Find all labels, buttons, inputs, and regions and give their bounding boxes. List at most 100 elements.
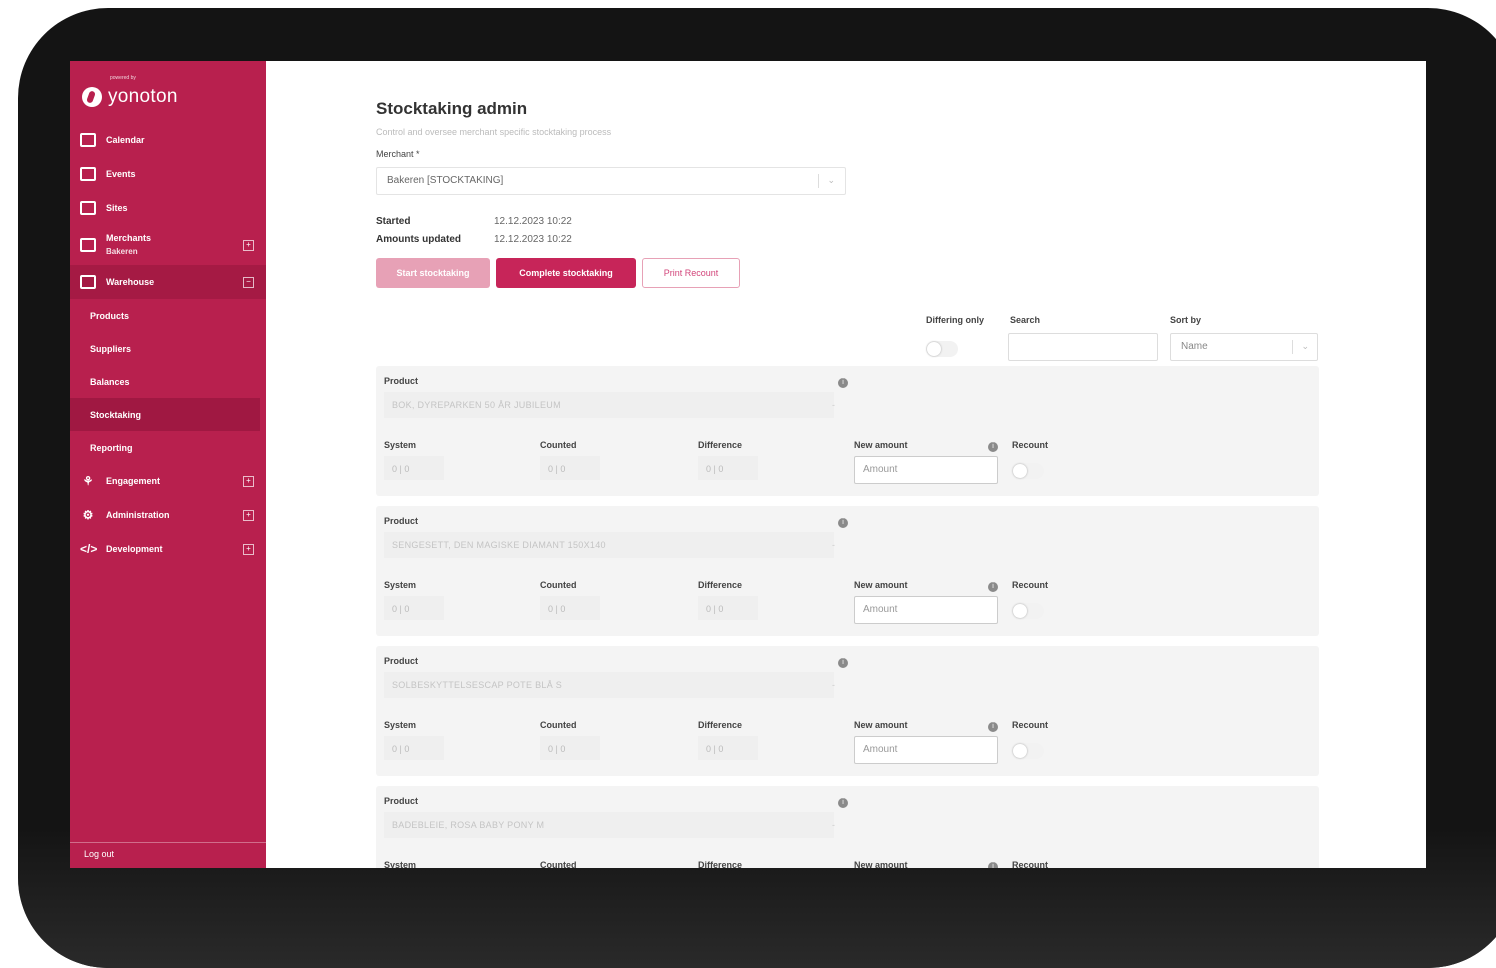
page-description: Control and oversee merchant specific st…	[376, 127, 612, 137]
recount-toggle[interactable]	[1012, 603, 1044, 619]
product-dash: -	[832, 680, 835, 690]
system-value: 0 | 0	[392, 464, 410, 474]
product-dash: -	[832, 540, 835, 550]
product-name: BADEBLEIE, ROSA BABY PONY M	[392, 820, 545, 830]
selected-merchant: Bakeren	[106, 247, 138, 256]
product-dash: -	[832, 820, 835, 830]
sidebar-subitem-reporting[interactable]: Reporting	[70, 431, 266, 464]
recount-label: Recount	[1012, 860, 1048, 868]
product-dash: -	[832, 400, 835, 410]
info-icon[interactable]: i	[988, 862, 998, 868]
engagement-icon: ⚘	[82, 474, 94, 488]
sidebar-item-administration[interactable]: ⚙ Administration +	[70, 498, 266, 532]
counted-label: Counted	[540, 440, 577, 450]
collapse-icon[interactable]: −	[243, 276, 254, 288]
amounts-updated-value: 12.12.2023 10:22	[494, 234, 572, 245]
difference-value: 0 | 0	[706, 744, 724, 754]
info-icon[interactable]: i	[838, 798, 848, 808]
differing-only-toggle[interactable]	[926, 341, 958, 357]
counted-value: 0 | 0	[548, 604, 566, 614]
recount-label: Recount	[1012, 580, 1048, 590]
merchants-icon	[80, 238, 96, 252]
sidebar-subitem-balances[interactable]: Balances	[70, 365, 266, 398]
start-stocktaking-button[interactable]: Start stocktaking	[376, 258, 490, 288]
new-amount-input[interactable]: Amount	[854, 596, 998, 624]
sidebar-subitem-stocktaking[interactable]: Stocktaking	[70, 398, 260, 431]
sidebar-item-calendar[interactable]: Calendar	[70, 123, 266, 157]
counted-label: Counted	[540, 580, 577, 590]
system-label: System	[384, 720, 417, 730]
product-label: Product	[384, 376, 419, 386]
product-name: BOK, DYREPARKEN 50 ÅR JUBILEUM	[392, 400, 561, 410]
sidebar-item-events[interactable]: Events	[70, 157, 266, 191]
product-card: Product BOK, DYREPARKEN 50 ÅR JUBILEUM i…	[376, 366, 1319, 496]
sidebar-item-label: Calendar	[106, 135, 145, 145]
merchant-select[interactable]: Bakeren [STOCKTAKING] ⌄	[376, 167, 846, 195]
system-label: System	[384, 580, 417, 590]
chevron-down-icon: ⌄	[827, 175, 835, 185]
logo-icon	[82, 87, 102, 107]
search-input[interactable]	[1008, 333, 1158, 361]
expand-icon[interactable]: +	[243, 509, 254, 521]
merchant-select-value: Bakeren [STOCKTAKING]	[387, 175, 504, 186]
product-label: Product	[384, 656, 419, 666]
system-label: System	[384, 440, 417, 450]
expand-icon[interactable]: +	[243, 239, 254, 251]
page-title: Stocktaking admin	[376, 99, 528, 118]
main-nav: Calendar Events Sites Merchants Bakeren …	[70, 123, 266, 566]
expand-icon[interactable]: +	[243, 543, 254, 555]
sort-by-select[interactable]: Name ⌄	[1170, 333, 1318, 361]
info-icon[interactable]: i	[988, 722, 998, 732]
difference-label: Difference	[698, 440, 743, 450]
new-amount-input[interactable]: Amount	[854, 456, 998, 484]
info-icon[interactable]: i	[988, 442, 998, 452]
new-amount-label: New amount	[854, 440, 908, 450]
expand-icon[interactable]: +	[243, 475, 254, 487]
sites-icon	[80, 201, 96, 215]
sidebar-item-merchants[interactable]: Merchants Bakeren +	[70, 225, 266, 265]
difference-label: Difference	[698, 860, 743, 868]
sidebar-item-label: Events	[106, 169, 136, 179]
sidebar-item-label: Warehouse	[106, 277, 155, 287]
difference-value: 0 | 0	[706, 464, 724, 474]
brand-tag: powered by	[110, 75, 136, 81]
recount-toggle[interactable]	[1012, 463, 1044, 479]
sidebar-subitem-products[interactable]: Products	[70, 299, 266, 332]
system-value: 0 | 0	[392, 604, 410, 614]
product-name: SENGESETT, DEN MAGISKE DIAMANT 150X140	[392, 540, 606, 550]
sidebar-item-label: Engagement	[106, 476, 161, 486]
new-amount-input[interactable]: Amount	[854, 736, 998, 764]
info-icon[interactable]: i	[988, 582, 998, 592]
sidebar-item-warehouse[interactable]: Warehouse −	[70, 265, 266, 299]
sort-by-label: Sort by	[1170, 315, 1202, 325]
product-card: Product SENGESETT, DEN MAGISKE DIAMANT 1…	[376, 506, 1319, 636]
development-icon: </>	[80, 542, 98, 556]
print-recount-button[interactable]: Print Recount	[642, 258, 740, 288]
main-content: Stocktaking admin Control and oversee me…	[266, 61, 1426, 868]
complete-stocktaking-button[interactable]: Complete stocktaking	[496, 258, 636, 288]
counted-label: Counted	[540, 860, 577, 868]
info-icon[interactable]: i	[838, 658, 848, 668]
logout-link[interactable]: Log out	[70, 842, 266, 868]
chevron-down-icon: ⌄	[1301, 341, 1309, 351]
product-card: Product SOLBESKYTTELSESCAP POTE BLÅ S i …	[376, 646, 1319, 776]
differing-only-label: Differing only	[926, 315, 984, 325]
merchant-label: Merchant *	[376, 149, 420, 159]
info-icon[interactable]: i	[838, 378, 848, 388]
administration-icon: ⚙	[82, 508, 94, 522]
sidebar-item-label: Sites	[106, 203, 128, 213]
started-label: Started	[376, 216, 411, 227]
search-label: Search	[1010, 315, 1041, 325]
counted-value: 0 | 0	[548, 744, 566, 754]
new-amount-label: New amount	[854, 720, 908, 730]
stocktaking-meta: Started 12.12.2023 10:22 Amounts updated 1…	[376, 213, 572, 249]
sidebar-item-sites[interactable]: Sites	[70, 191, 266, 225]
recount-toggle[interactable]	[1012, 743, 1044, 759]
new-amount-label: New amount	[854, 580, 908, 590]
sidebar-item-engagement[interactable]: ⚘ Engagement +	[70, 464, 266, 498]
sidebar-item-development[interactable]: </> Development +	[70, 532, 266, 566]
logo[interactable]: yonoton powered by	[70, 61, 266, 117]
info-icon[interactable]: i	[838, 518, 848, 528]
warehouse-icon	[80, 275, 96, 289]
sidebar-subitem-suppliers[interactable]: Suppliers	[70, 332, 266, 365]
